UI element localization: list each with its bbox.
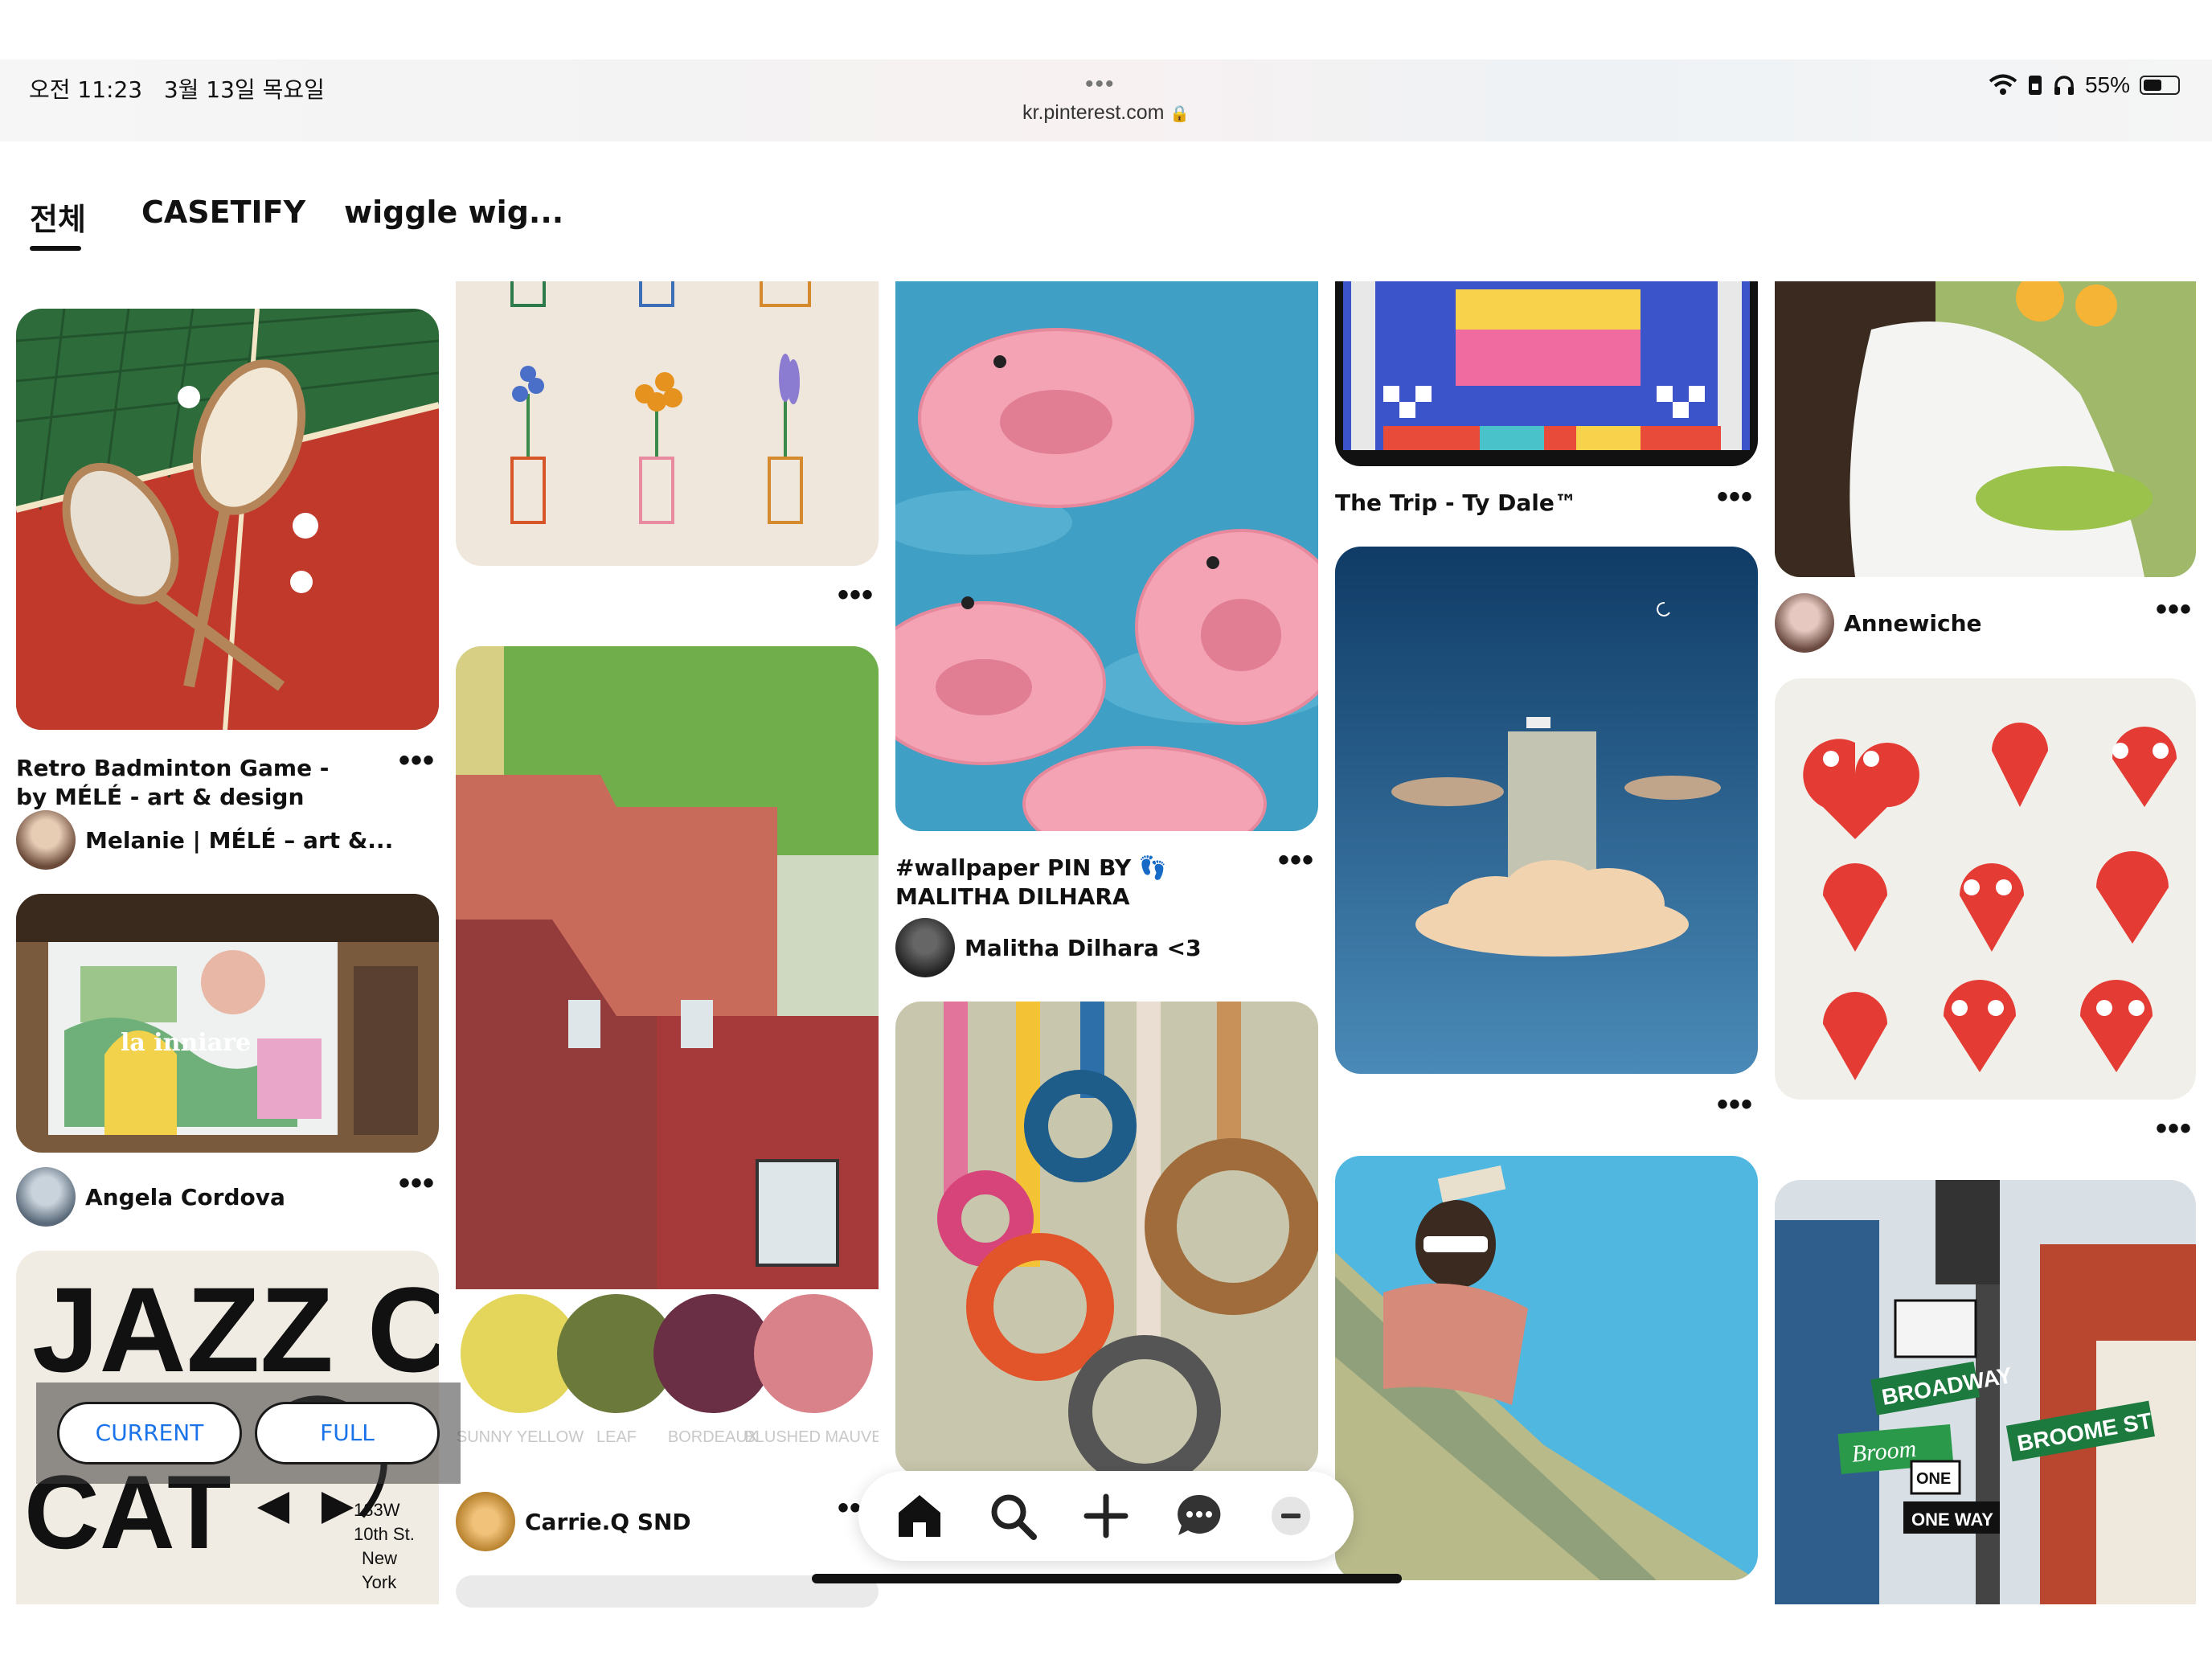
flamingo-floats-photo	[895, 281, 1318, 831]
avatar	[456, 1492, 515, 1551]
battery-icon	[2140, 76, 2180, 95]
trip-illustration	[1335, 281, 1758, 466]
message-icon[interactable]	[1174, 1490, 1225, 1542]
pin-street-signs[interactable]: BROADWAY BROOME ST Broom ONE WAY ONE	[1775, 1180, 2196, 1604]
status-bar: 오전 11:23 3월 13일 목요일 ••• kr.pinterest.com…	[0, 59, 2212, 141]
pin-user[interactable]: Melanie | MÉLÉ – art &...	[16, 810, 393, 870]
board-tabs: 전체 CASETIFY wiggle wig...	[0, 185, 723, 257]
svg-text:LEAF: LEAF	[596, 1428, 637, 1446]
pin-storefront[interactable]: la inniare	[16, 894, 439, 1153]
tab-wiggle[interactable]: wiggle wig...	[344, 195, 563, 230]
flower-vases-illustration	[456, 281, 879, 566]
pin-user[interactable]: Angela Cordova	[16, 1167, 285, 1227]
wifi-icon	[1989, 74, 2017, 95]
pin-user[interactable]: Carrie.Q SND	[456, 1492, 691, 1551]
full-button[interactable]: FULL	[255, 1402, 440, 1464]
pin-door[interactable]	[1335, 547, 1758, 1074]
tab-casetify[interactable]: CASETIFY	[141, 195, 305, 230]
more-options-button[interactable]: •••	[399, 1167, 435, 1199]
multitasking-dots[interactable]: •••	[1085, 71, 1116, 98]
svg-text:ONE: ONE	[1916, 1470, 1951, 1488]
storefront-sign: la inniare	[121, 1029, 251, 1057]
badminton-illustration	[16, 309, 439, 730]
heart-characters-illustration	[1775, 678, 2196, 1100]
more-options-button[interactable]: •••	[2156, 1112, 2192, 1145]
more-options-button[interactable]: •••	[399, 744, 435, 776]
svg-text:183W: 183W	[354, 1500, 400, 1520]
svg-text:Broom: Broom	[1850, 1436, 1917, 1468]
pin-dress[interactable]	[1775, 281, 2196, 577]
pin-flowers[interactable]	[456, 281, 879, 566]
svg-text:New: New	[362, 1548, 397, 1568]
more-options-button[interactable]: •••	[838, 579, 874, 611]
storefront-photo: la inniare	[16, 894, 439, 1153]
buildings-palette-photo: SUNNY YELLOW LEAF BORDEAUX BLUSHED MAUVE	[456, 646, 879, 1476]
status-time: 오전 11:23 3월 13일 목요일	[29, 76, 325, 103]
svg-text:BLUSHED MAUVE: BLUSHED MAUVE	[744, 1428, 879, 1446]
pin-flamingo[interactable]	[895, 281, 1318, 831]
pin-badminton[interactable]	[16, 309, 439, 730]
svg-text:10th St.: 10th St.	[354, 1524, 415, 1544]
plus-icon[interactable]	[1080, 1490, 1132, 1542]
battery-percent: 55%	[2084, 72, 2130, 97]
pin-title[interactable]: Retro Badminton Game - by MÉLÉ - art & d…	[16, 754, 354, 812]
more-options-button[interactable]: •••	[2156, 593, 2192, 625]
profile-icon[interactable]	[1265, 1490, 1317, 1542]
pin-buildings[interactable]: SUNNY YELLOW LEAF BORDEAUX BLUSHED MAUVE	[456, 646, 879, 1476]
more-options-button[interactable]: •••	[1717, 481, 1753, 513]
avatar	[16, 810, 76, 870]
current-button[interactable]: CURRENT	[57, 1402, 242, 1464]
svg-text:York: York	[362, 1572, 397, 1592]
bottom-nav	[858, 1471, 1354, 1561]
avatar	[895, 918, 955, 977]
tab-all[interactable]: 전체	[30, 195, 86, 239]
dress-photo	[1775, 281, 2196, 577]
screenshot-mode-overlay: CURRENT FULL	[36, 1382, 461, 1484]
search-icon[interactable]	[987, 1490, 1038, 1542]
svg-text:SUNNY YELLOW: SUNNY YELLOW	[457, 1428, 584, 1446]
pin-hearts[interactable]	[1775, 678, 2196, 1100]
lock-rotation-icon	[2028, 76, 2042, 95]
status-icons: 55%	[1989, 72, 2180, 98]
pin-tapes[interactable]	[895, 1002, 1318, 1476]
pin-pool[interactable]	[1335, 1156, 1758, 1580]
avatar	[16, 1167, 76, 1227]
avatar	[1775, 593, 1834, 653]
pin-user[interactable]: Annewiche	[1775, 593, 1982, 653]
more-options-button[interactable]: •••	[1717, 1088, 1753, 1120]
street-signs-photo: BROADWAY BROOME ST Broom ONE WAY ONE	[1775, 1180, 2196, 1604]
pin-trip[interactable]	[1335, 281, 1758, 466]
more-options-button[interactable]: •••	[1278, 844, 1314, 876]
svg-text:ONE WAY: ONE WAY	[1911, 1509, 1993, 1530]
pin-title[interactable]: #wallpaper PIN BY 👣MALITHA DILHARA	[895, 854, 1249, 911]
swatch-blushed-mauve	[754, 1294, 873, 1413]
headphones-icon	[2054, 76, 2074, 95]
pin-user[interactable]: Malitha Dilhara <3	[895, 918, 1202, 977]
pool-swimmer-illustration	[1335, 1156, 1758, 1580]
svg-text:JAZZ CL: JAZZ CL	[32, 1262, 439, 1397]
door-in-cloud-art	[1335, 547, 1758, 1074]
lock-icon: 🔒	[1169, 105, 1190, 123]
url-bar[interactable]: kr.pinterest.com 🔒	[1022, 101, 1190, 125]
tape-rolls-photo	[895, 1002, 1318, 1476]
pin-title[interactable]: The Trip - Ty Dale™	[1335, 489, 1673, 518]
active-tab-indicator	[30, 246, 81, 251]
home-indicator[interactable]	[812, 1574, 1402, 1583]
home-icon[interactable]	[894, 1490, 945, 1542]
